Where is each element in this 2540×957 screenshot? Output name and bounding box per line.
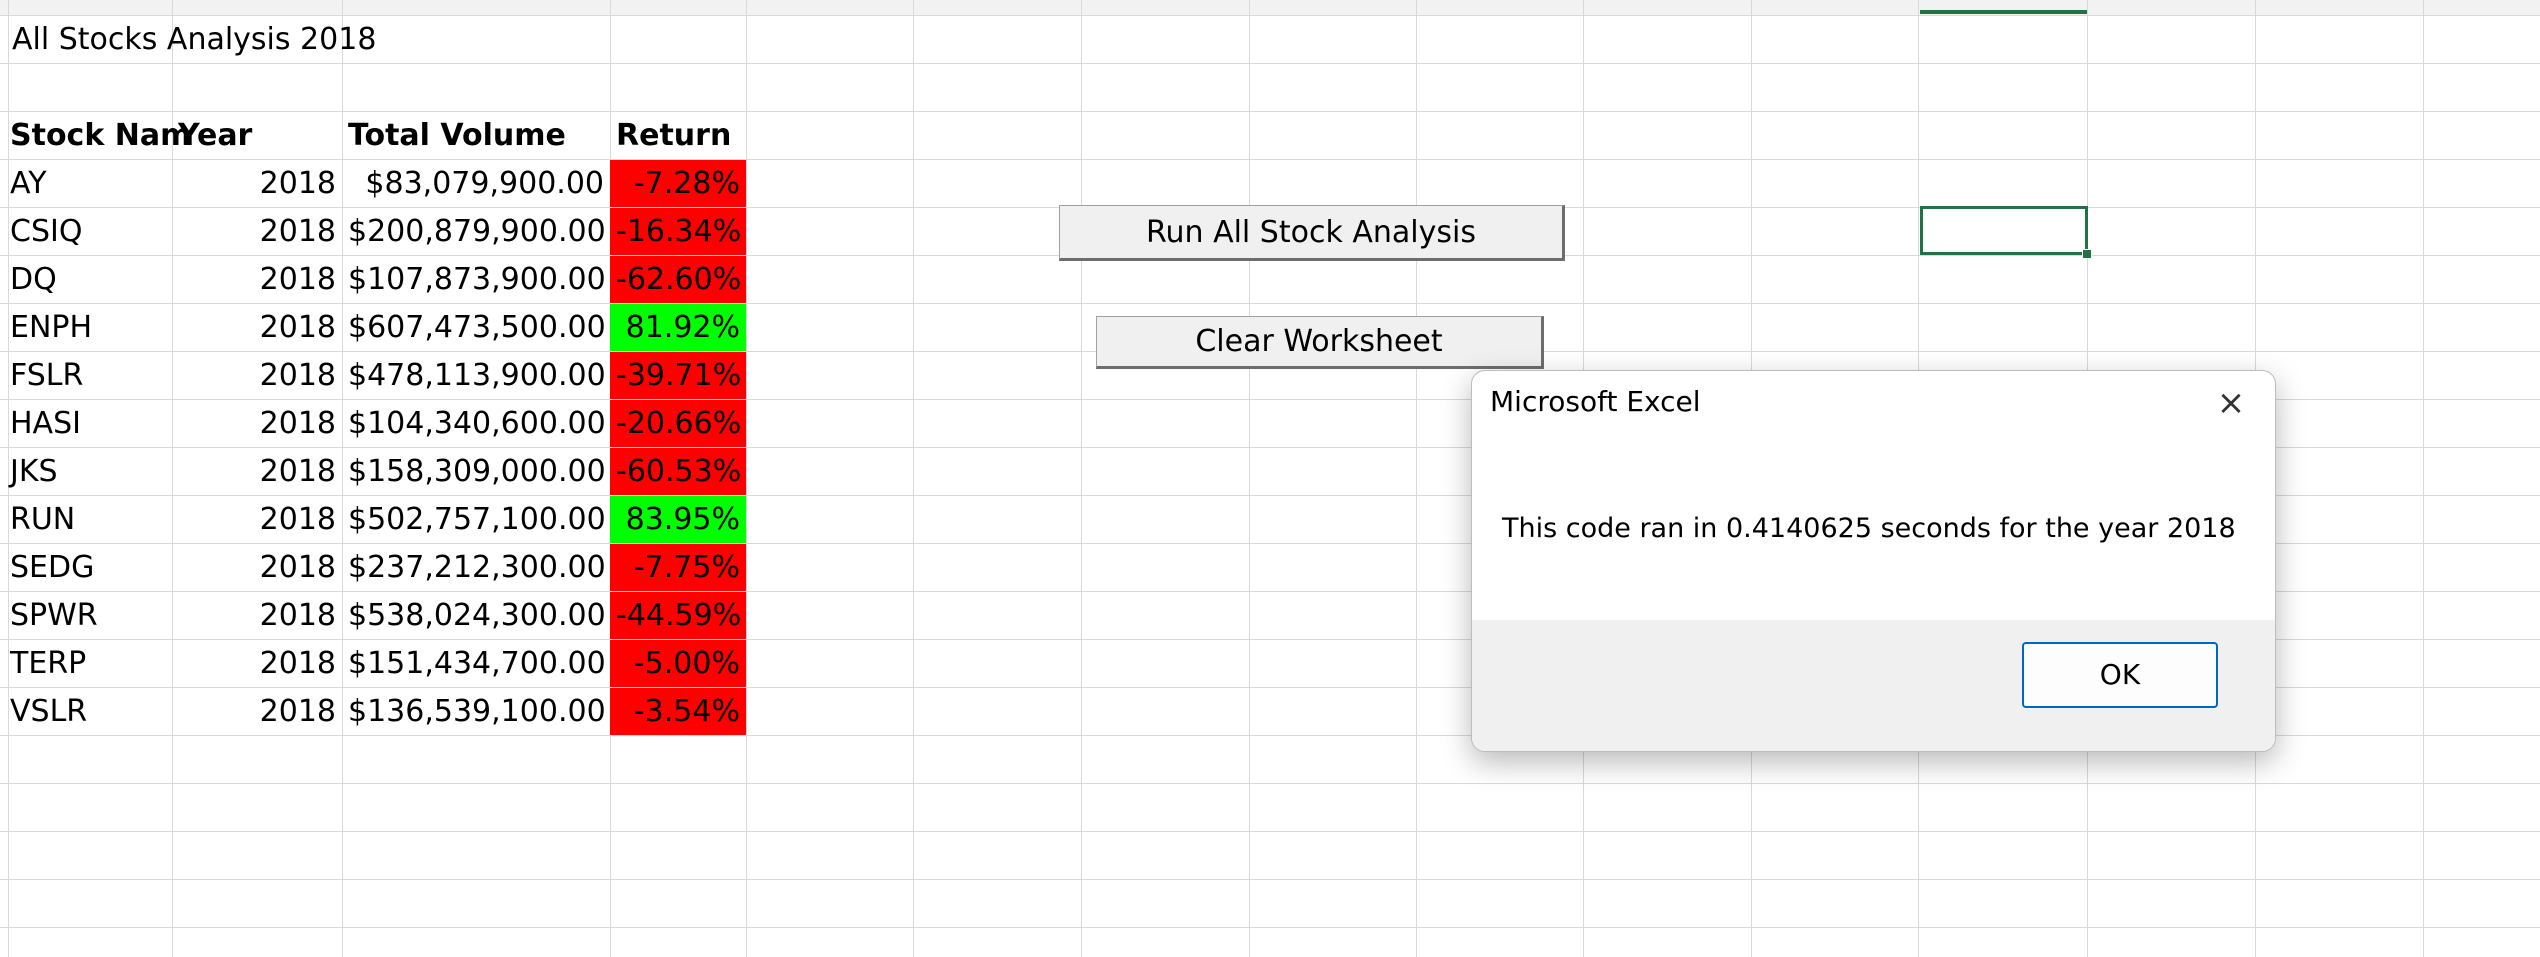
column-header-bar[interactable]: [0, 0, 2540, 16]
year-cell[interactable]: 2018: [172, 448, 342, 495]
year-cell[interactable]: 2018: [172, 592, 342, 639]
header-year: Year: [178, 118, 253, 153]
volume-cell[interactable]: $158,309,000.00: [342, 448, 610, 495]
year-cell[interactable]: 2018: [172, 688, 342, 735]
year-cell[interactable]: 2018: [172, 496, 342, 543]
ticker-cell[interactable]: AY: [4, 160, 53, 207]
ok-button[interactable]: OK: [2022, 642, 2218, 708]
ticker-cell[interactable]: JKS: [4, 448, 64, 495]
volume-cell[interactable]: $200,879,900.00: [342, 208, 610, 255]
return-cell[interactable]: -5.00%: [610, 640, 746, 687]
fill-handle[interactable]: [2082, 249, 2092, 259]
grid-row-line: [0, 927, 2540, 928]
return-cell[interactable]: -20.66%: [610, 400, 746, 447]
year-cell[interactable]: 2018: [172, 304, 342, 351]
ticker-cell[interactable]: SEDG: [4, 544, 100, 591]
year-cell[interactable]: 2018: [172, 160, 342, 207]
return-cell[interactable]: 81.92%: [610, 304, 746, 351]
ticker-cell[interactable]: CSIQ: [4, 208, 88, 255]
dialog-message: This code ran in 0.4140625 seconds for t…: [1502, 513, 2236, 544]
ticker-cell[interactable]: ENPH: [4, 304, 98, 351]
volume-cell[interactable]: $104,340,600.00: [342, 400, 610, 447]
ticker-cell[interactable]: DQ: [4, 256, 63, 303]
return-cell[interactable]: 83.95%: [610, 496, 746, 543]
ticker-cell[interactable]: SPWR: [4, 592, 104, 639]
grid-row-line: [0, 783, 2540, 784]
volume-cell[interactable]: $237,212,300.00: [342, 544, 610, 591]
grid-column-line: [746, 0, 747, 957]
selected-column-indicator: [1920, 10, 2087, 14]
volume-cell[interactable]: $502,757,100.00: [342, 496, 610, 543]
dialog-title: Microsoft Excel: [1490, 385, 1701, 418]
close-icon[interactable]: ×: [2211, 383, 2251, 423]
volume-cell[interactable]: $151,434,700.00: [342, 640, 610, 687]
grid-column-line: [1416, 0, 1417, 957]
volume-cell[interactable]: $538,024,300.00: [342, 592, 610, 639]
ticker-cell[interactable]: TERP: [4, 640, 92, 687]
year-cell[interactable]: 2018: [172, 256, 342, 303]
grid-column-line: [913, 0, 914, 957]
year-cell[interactable]: 2018: [172, 352, 342, 399]
ticker-cell[interactable]: VSLR: [4, 688, 93, 735]
return-cell[interactable]: -44.59%: [610, 592, 746, 639]
year-cell[interactable]: 2018: [172, 208, 342, 255]
return-cell[interactable]: -7.28%: [610, 160, 746, 207]
grid-column-line: [1081, 0, 1082, 957]
grid-row-line: [0, 831, 2540, 832]
return-cell[interactable]: -60.53%: [610, 448, 746, 495]
sheet-title: All Stocks Analysis 2018: [12, 22, 377, 57]
ticker-cell[interactable]: FSLR: [4, 352, 89, 399]
volume-cell[interactable]: $136,539,100.00: [342, 688, 610, 735]
grid-row-line: [0, 15, 2540, 16]
dialog-footer: OK: [1472, 620, 2275, 751]
return-cell[interactable]: -16.34%: [610, 208, 746, 255]
grid-row-line: [0, 879, 2540, 880]
return-cell[interactable]: -39.71%: [610, 352, 746, 399]
grid-column-line: [1249, 0, 1250, 957]
year-cell[interactable]: 2018: [172, 400, 342, 447]
return-cell[interactable]: -62.60%: [610, 256, 746, 303]
return-cell[interactable]: -7.75%: [610, 544, 746, 591]
message-dialog: Microsoft Excel × This code ran in 0.414…: [1471, 370, 2276, 752]
return-cell[interactable]: -3.54%: [610, 688, 746, 735]
ticker-cell[interactable]: HASI: [4, 400, 87, 447]
header-return: Return: [616, 118, 732, 153]
year-cell[interactable]: 2018: [172, 640, 342, 687]
header-stock-name: Stock Nam: [10, 118, 192, 153]
grid-column-line: [2423, 0, 2424, 957]
volume-cell[interactable]: $107,873,900.00: [342, 256, 610, 303]
ticker-cell[interactable]: RUN: [4, 496, 81, 543]
volume-cell[interactable]: $607,473,500.00: [342, 304, 610, 351]
clear-worksheet-button[interactable]: Clear Worksheet: [1096, 316, 1544, 369]
volume-cell[interactable]: $83,079,900.00: [342, 160, 610, 207]
active-cell-selection[interactable]: [1920, 206, 2088, 255]
year-cell[interactable]: 2018: [172, 544, 342, 591]
run-all-stock-analysis-button[interactable]: Run All Stock Analysis: [1059, 205, 1565, 261]
header-total-volume: Total Volume: [348, 118, 566, 153]
grid-row-line: [0, 63, 2540, 64]
volume-cell[interactable]: $478,113,900.00: [342, 352, 610, 399]
